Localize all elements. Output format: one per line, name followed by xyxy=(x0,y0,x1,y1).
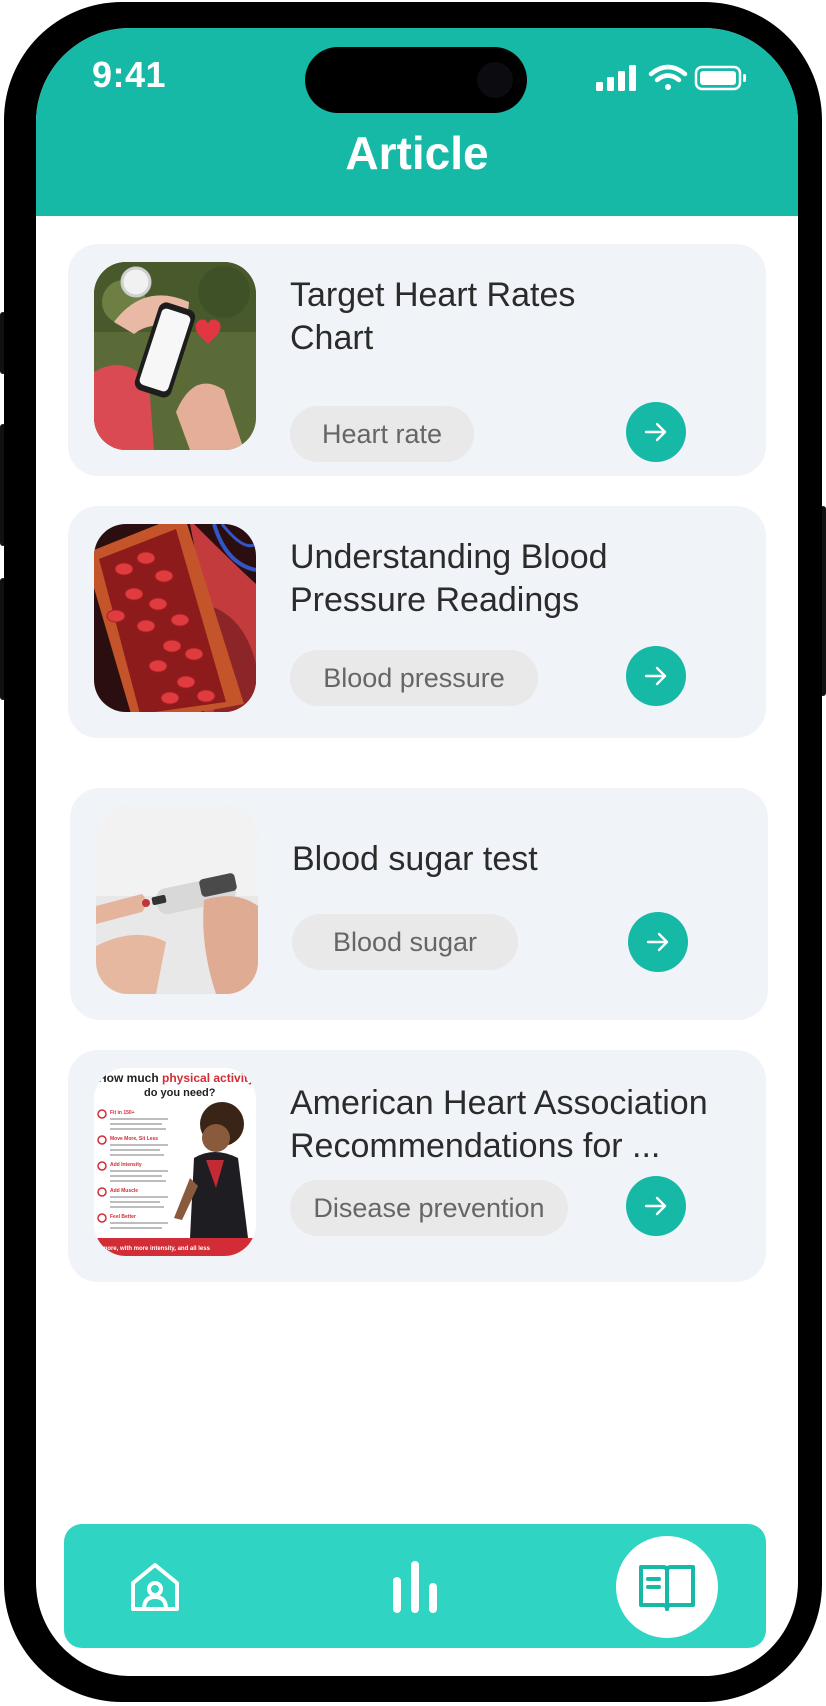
infographic-headline: How much physical activity xyxy=(98,1071,255,1085)
arrow-right-icon xyxy=(644,666,667,686)
article-card[interactable]: Blood sugar test Blood sugar xyxy=(70,788,768,1020)
infographic-section: Add Intensity xyxy=(110,1162,142,1168)
battery-icon xyxy=(694,65,746,91)
home-icon xyxy=(131,1563,179,1611)
nav-articles[interactable] xyxy=(632,1552,702,1622)
article-tag[interactable]: Disease prevention xyxy=(290,1180,568,1236)
article-tag[interactable]: Heart rate xyxy=(290,406,474,462)
article-title: Blood sugar test xyxy=(292,840,538,878)
article-book-icon xyxy=(639,1565,695,1611)
page-title: Article xyxy=(345,127,489,179)
app-header: 9:41 Article xyxy=(36,28,798,216)
infographic-footer: more, with more intensity, and all less xyxy=(102,1246,211,1252)
open-article-button[interactable] xyxy=(626,1176,686,1236)
infographic-section: Feel Better xyxy=(110,1214,136,1220)
article-card[interactable]: Understanding Blood Pressure Readings Bl… xyxy=(68,506,766,738)
infographic-section: Add Muscle xyxy=(110,1188,138,1194)
article-thumbnail xyxy=(94,262,256,450)
stats-icon xyxy=(393,1561,437,1613)
wifi-icon xyxy=(648,64,688,90)
article-title: Target Heart Rates Chart xyxy=(290,276,576,357)
infographic-section: Move More, Sit Less xyxy=(110,1136,158,1142)
open-article-button[interactable] xyxy=(628,912,688,972)
article-title: American Heart Association Recommendatio… xyxy=(290,1084,708,1165)
front-camera xyxy=(477,62,513,98)
arrow-right-icon xyxy=(644,422,667,442)
article-tag[interactable]: Blood pressure xyxy=(290,650,538,706)
screen: 9:41 Article Target Heart Rates Chart He… xyxy=(36,28,798,1676)
signal-icon xyxy=(596,65,636,91)
article-title: Understanding Blood Pressure Readings xyxy=(290,538,608,619)
status-time: 9:41 xyxy=(92,54,167,95)
article-card[interactable]: Target Heart Rates Chart Heart rate xyxy=(68,244,766,476)
open-article-button[interactable] xyxy=(626,646,686,706)
infographic-subheadline: do you need? xyxy=(144,1087,216,1099)
open-article-button[interactable] xyxy=(626,402,686,462)
status-icons xyxy=(596,64,746,91)
infographic-section: Fit in 150+ xyxy=(110,1110,135,1116)
bottom-nav xyxy=(64,1524,766,1648)
arrow-right-icon xyxy=(646,932,669,952)
arrow-right-icon xyxy=(644,1196,667,1216)
article-tag[interactable]: Blood sugar xyxy=(292,914,518,970)
article-thumbnail: How much physical activity do you need? … xyxy=(94,1068,256,1256)
nav-home[interactable] xyxy=(120,1552,190,1622)
article-card[interactable]: How much physical activity do you need? … xyxy=(68,1050,766,1282)
article-thumbnail xyxy=(96,806,258,994)
article-thumbnail xyxy=(94,524,256,712)
dynamic-island xyxy=(305,47,527,113)
phone-frame: 9:41 Article Target Heart Rates Chart He… xyxy=(4,2,822,1702)
nav-stats[interactable] xyxy=(380,1552,450,1622)
